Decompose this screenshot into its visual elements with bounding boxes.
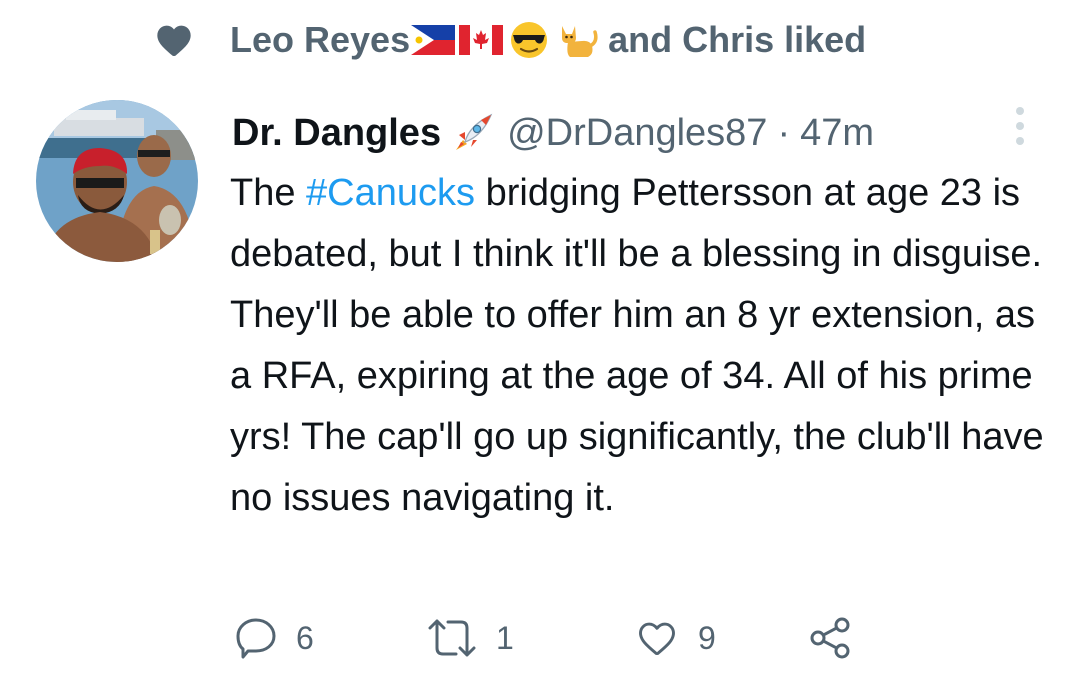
reply-icon — [236, 618, 276, 659]
liker-emojis — [410, 20, 602, 60]
social-context: Leo Reyes and Chris liked — [152, 12, 866, 68]
liker-name[interactable]: Leo Reyes — [230, 19, 410, 61]
avatar-photo — [36, 100, 198, 262]
tweet-text: The #Canucks bridging Pettersson at age … — [230, 163, 1050, 529]
tweet[interactable]: Leo Reyes and Chris liked Dr. Dangles @D… — [0, 0, 1080, 678]
like-count: 9 — [698, 619, 716, 656]
author-display-name[interactable]: Dr. Dangles — [232, 112, 441, 155]
philippines-flag-icon — [411, 25, 456, 55]
avatar[interactable] — [36, 100, 198, 262]
cat-icon — [562, 26, 598, 57]
reply-count: 6 — [296, 619, 314, 656]
canada-flag-icon — [459, 25, 504, 55]
hashtag-link[interactable]: #Canucks — [306, 172, 475, 214]
tweet-timestamp[interactable]: 47m — [800, 112, 874, 155]
action-bar: 6 1 9 — [234, 612, 852, 664]
tweet-header: Dr. Dangles @DrDangles87 · 47m — [232, 104, 874, 162]
share-button[interactable] — [808, 616, 852, 660]
liked-text: Leo Reyes and Chris liked — [230, 19, 866, 61]
retweet-button[interactable]: 1 — [426, 616, 614, 660]
retweet-count: 1 — [496, 619, 514, 656]
tweet-text-rest: bridging Pettersson at age 23 is debated… — [230, 172, 1044, 519]
heart-filled-icon — [157, 25, 191, 56]
sunglasses-face-icon — [511, 22, 548, 58]
author-handle[interactable]: @DrDangles87 — [507, 112, 767, 155]
separator-dot: · — [777, 111, 791, 154]
reply-button[interactable]: 6 — [234, 616, 374, 660]
heart-outline-icon — [639, 622, 675, 656]
tweet-text-lead: The — [230, 172, 307, 214]
rocket-icon — [456, 113, 493, 150]
retweet-icon — [428, 619, 476, 657]
share-icon — [810, 617, 850, 659]
more-options-icon[interactable] — [1008, 104, 1032, 148]
like-button[interactable]: 9 — [634, 616, 804, 660]
liked-suffix: and Chris liked — [608, 19, 867, 60]
